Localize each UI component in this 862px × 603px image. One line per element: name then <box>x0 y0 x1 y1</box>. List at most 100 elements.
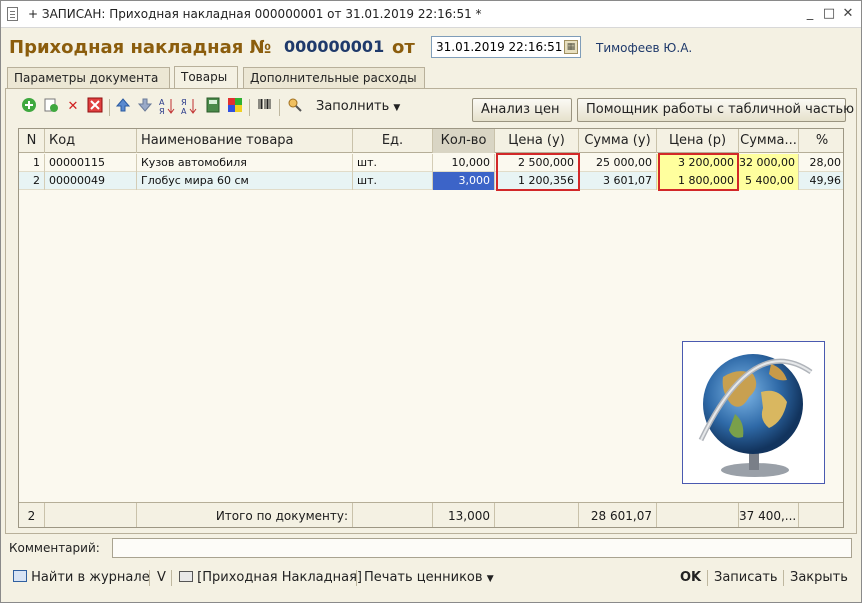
cell-name[interactable]: Кузов автомобиля <box>137 154 353 172</box>
col-header-price-u[interactable]: Цена (у) <box>495 129 579 153</box>
price-analysis-button[interactable]: Анализ цен <box>472 98 572 122</box>
col-header-percent[interactable]: % <box>799 129 843 153</box>
fill-label: Заполнить <box>316 99 390 114</box>
comment-input[interactable] <box>112 538 852 558</box>
cell-n[interactable]: 1 <box>19 154 45 172</box>
separator <box>356 570 357 586</box>
calculator-icon[interactable] <box>203 97 223 117</box>
tab-goods[interactable]: Товары <box>174 66 238 89</box>
fill-menu-button[interactable]: Заполнить ▼ <box>316 99 400 114</box>
cell-name[interactable]: Глобус мира 60 см <box>137 172 353 190</box>
col-header-code[interactable]: Код <box>45 129 137 153</box>
cell-code[interactable]: 00000115 <box>45 154 137 172</box>
cell-percent[interactable]: 28,00 <box>799 154 843 172</box>
footer-empty <box>799 503 843 527</box>
barcode-icon[interactable] <box>255 97 275 117</box>
separator <box>149 570 150 586</box>
product-image <box>682 341 825 484</box>
close-button[interactable]: Закрыть <box>790 570 848 585</box>
delete-all-icon[interactable] <box>85 97 105 117</box>
cell-code[interactable]: 00000049 <box>45 172 137 190</box>
toolbar-separator <box>279 99 280 116</box>
footer-qty-total: 13,000 <box>433 503 495 527</box>
separator <box>171 570 172 586</box>
print-price-tags-button[interactable]: Печать ценников ▼ <box>364 570 494 585</box>
document-number[interactable]: 000000001 <box>284 37 384 56</box>
cell-percent[interactable]: 49,96 <box>799 172 843 190</box>
sort-descending-icon[interactable]: ЯA <box>179 97 199 117</box>
price-u-highlight-box <box>496 153 580 191</box>
footer-empty <box>45 503 137 527</box>
move-up-icon[interactable] <box>113 97 133 117</box>
tab-extra-costs[interactable]: Дополнительные расходы <box>243 67 425 89</box>
move-down-icon[interactable] <box>135 97 155 117</box>
col-header-name[interactable]: Наименование товара <box>137 129 353 153</box>
title-bar: + ЗАПИСАН: Приходная накладная 000000001… <box>1 1 861 28</box>
cell-unit[interactable]: шт. <box>353 154 433 172</box>
copy-row-icon[interactable] <box>41 97 61 117</box>
bottom-action-bar: Найти в журнале V [Приходная Накладная] … <box>1 567 861 589</box>
table-header: N Код Наименование товара Ед. Кол-во Цен… <box>19 129 843 153</box>
cell-qty[interactable]: 10,000 <box>433 154 495 172</box>
close-window-button[interactable]: ✕ <box>839 5 857 23</box>
chevron-down-icon: ▼ <box>486 574 494 584</box>
toolbar-separator <box>109 99 110 116</box>
print-form-button[interactable]: [Приходная Накладная] <box>179 570 362 585</box>
cell-unit[interactable]: шт. <box>353 172 433 190</box>
footer-sum-r-total: 37 400,... <box>739 503 799 527</box>
cell-sum-u[interactable]: 25 000,00 <box>579 154 657 172</box>
cell-sum-r[interactable]: 32 000,00 <box>739 154 799 172</box>
minimize-button[interactable]: _ <box>801 5 819 23</box>
svg-text:Я: Я <box>181 98 187 107</box>
author-name[interactable]: Тимофеев Ю.А. <box>596 41 692 55</box>
save-button[interactable]: Записать <box>714 570 778 585</box>
footer-empty <box>657 503 739 527</box>
document-title: Приходная накладная № <box>9 37 272 58</box>
find-in-journal-button[interactable]: Найти в журнале <box>13 570 150 585</box>
col-header-sum-r[interactable]: Сумма... <box>739 129 799 153</box>
ok-button[interactable]: OK <box>680 570 701 585</box>
footer-total-label: Итого по документу: <box>137 503 353 527</box>
sort-ascending-icon[interactable]: AЯ <box>157 97 177 117</box>
cell-sum-r[interactable]: 5 400,00 <box>739 172 799 190</box>
separator <box>783 570 784 586</box>
cell-qty-selected[interactable]: 3,000 <box>433 172 495 190</box>
svg-text:Я: Я <box>159 107 165 115</box>
from-label: от <box>392 37 415 58</box>
color-palette-icon[interactable] <box>225 97 245 117</box>
footer-empty <box>353 503 433 527</box>
cell-sum-u[interactable]: 3 601,07 <box>579 172 657 190</box>
document-header: Приходная накладная № 000000001 от 31.01… <box>1 29 861 67</box>
footer-empty <box>495 503 579 527</box>
svg-text:A: A <box>181 107 187 115</box>
maximize-button[interactable]: □ <box>820 5 838 23</box>
col-header-qty[interactable]: Кол-во <box>433 129 495 153</box>
table-helper-button[interactable]: Помощник работы с табличной частью <box>577 98 854 122</box>
separator <box>707 570 708 586</box>
col-header-n[interactable]: N <box>19 129 45 153</box>
date-field[interactable]: 31.01.2019 22:16:51 ▦ <box>431 36 581 58</box>
col-header-sum-u[interactable]: Сумма (у) <box>579 129 657 153</box>
add-row-icon[interactable] <box>19 97 39 117</box>
delete-row-icon[interactable]: ✕ <box>63 97 83 117</box>
chevron-down-icon: ▼ <box>393 103 401 113</box>
cell-n[interactable]: 2 <box>19 172 45 190</box>
col-header-unit[interactable]: Ед. <box>353 129 433 153</box>
toolbar-separator <box>249 99 250 116</box>
comment-label: Комментарий: <box>9 541 100 555</box>
calendar-icon[interactable]: ▦ <box>564 40 578 54</box>
journal-icon <box>13 570 27 582</box>
document-window: + ЗАПИСАН: Приходная накладная 000000001… <box>0 0 862 603</box>
col-header-price-r[interactable]: Цена (р) <box>657 129 739 153</box>
printer-icon <box>179 571 193 582</box>
date-value: 31.01.2019 22:16:51 <box>436 40 563 54</box>
table-footer: 2 Итого по документу: 13,000 28 601,07 3… <box>19 502 843 527</box>
v-button[interactable]: V <box>157 570 166 585</box>
footer-sum-u-total: 28 601,07 <box>579 503 657 527</box>
price-r-highlight-box <box>658 153 739 191</box>
footer-row-count: 2 <box>19 503 45 527</box>
window-title: + ЗАПИСАН: Приходная накладная 000000001… <box>28 7 482 21</box>
print-form-label: [Приходная Накладная] <box>197 570 362 585</box>
search-person-icon[interactable] <box>285 97 305 117</box>
tab-document-params[interactable]: Параметры документа <box>7 67 170 89</box>
